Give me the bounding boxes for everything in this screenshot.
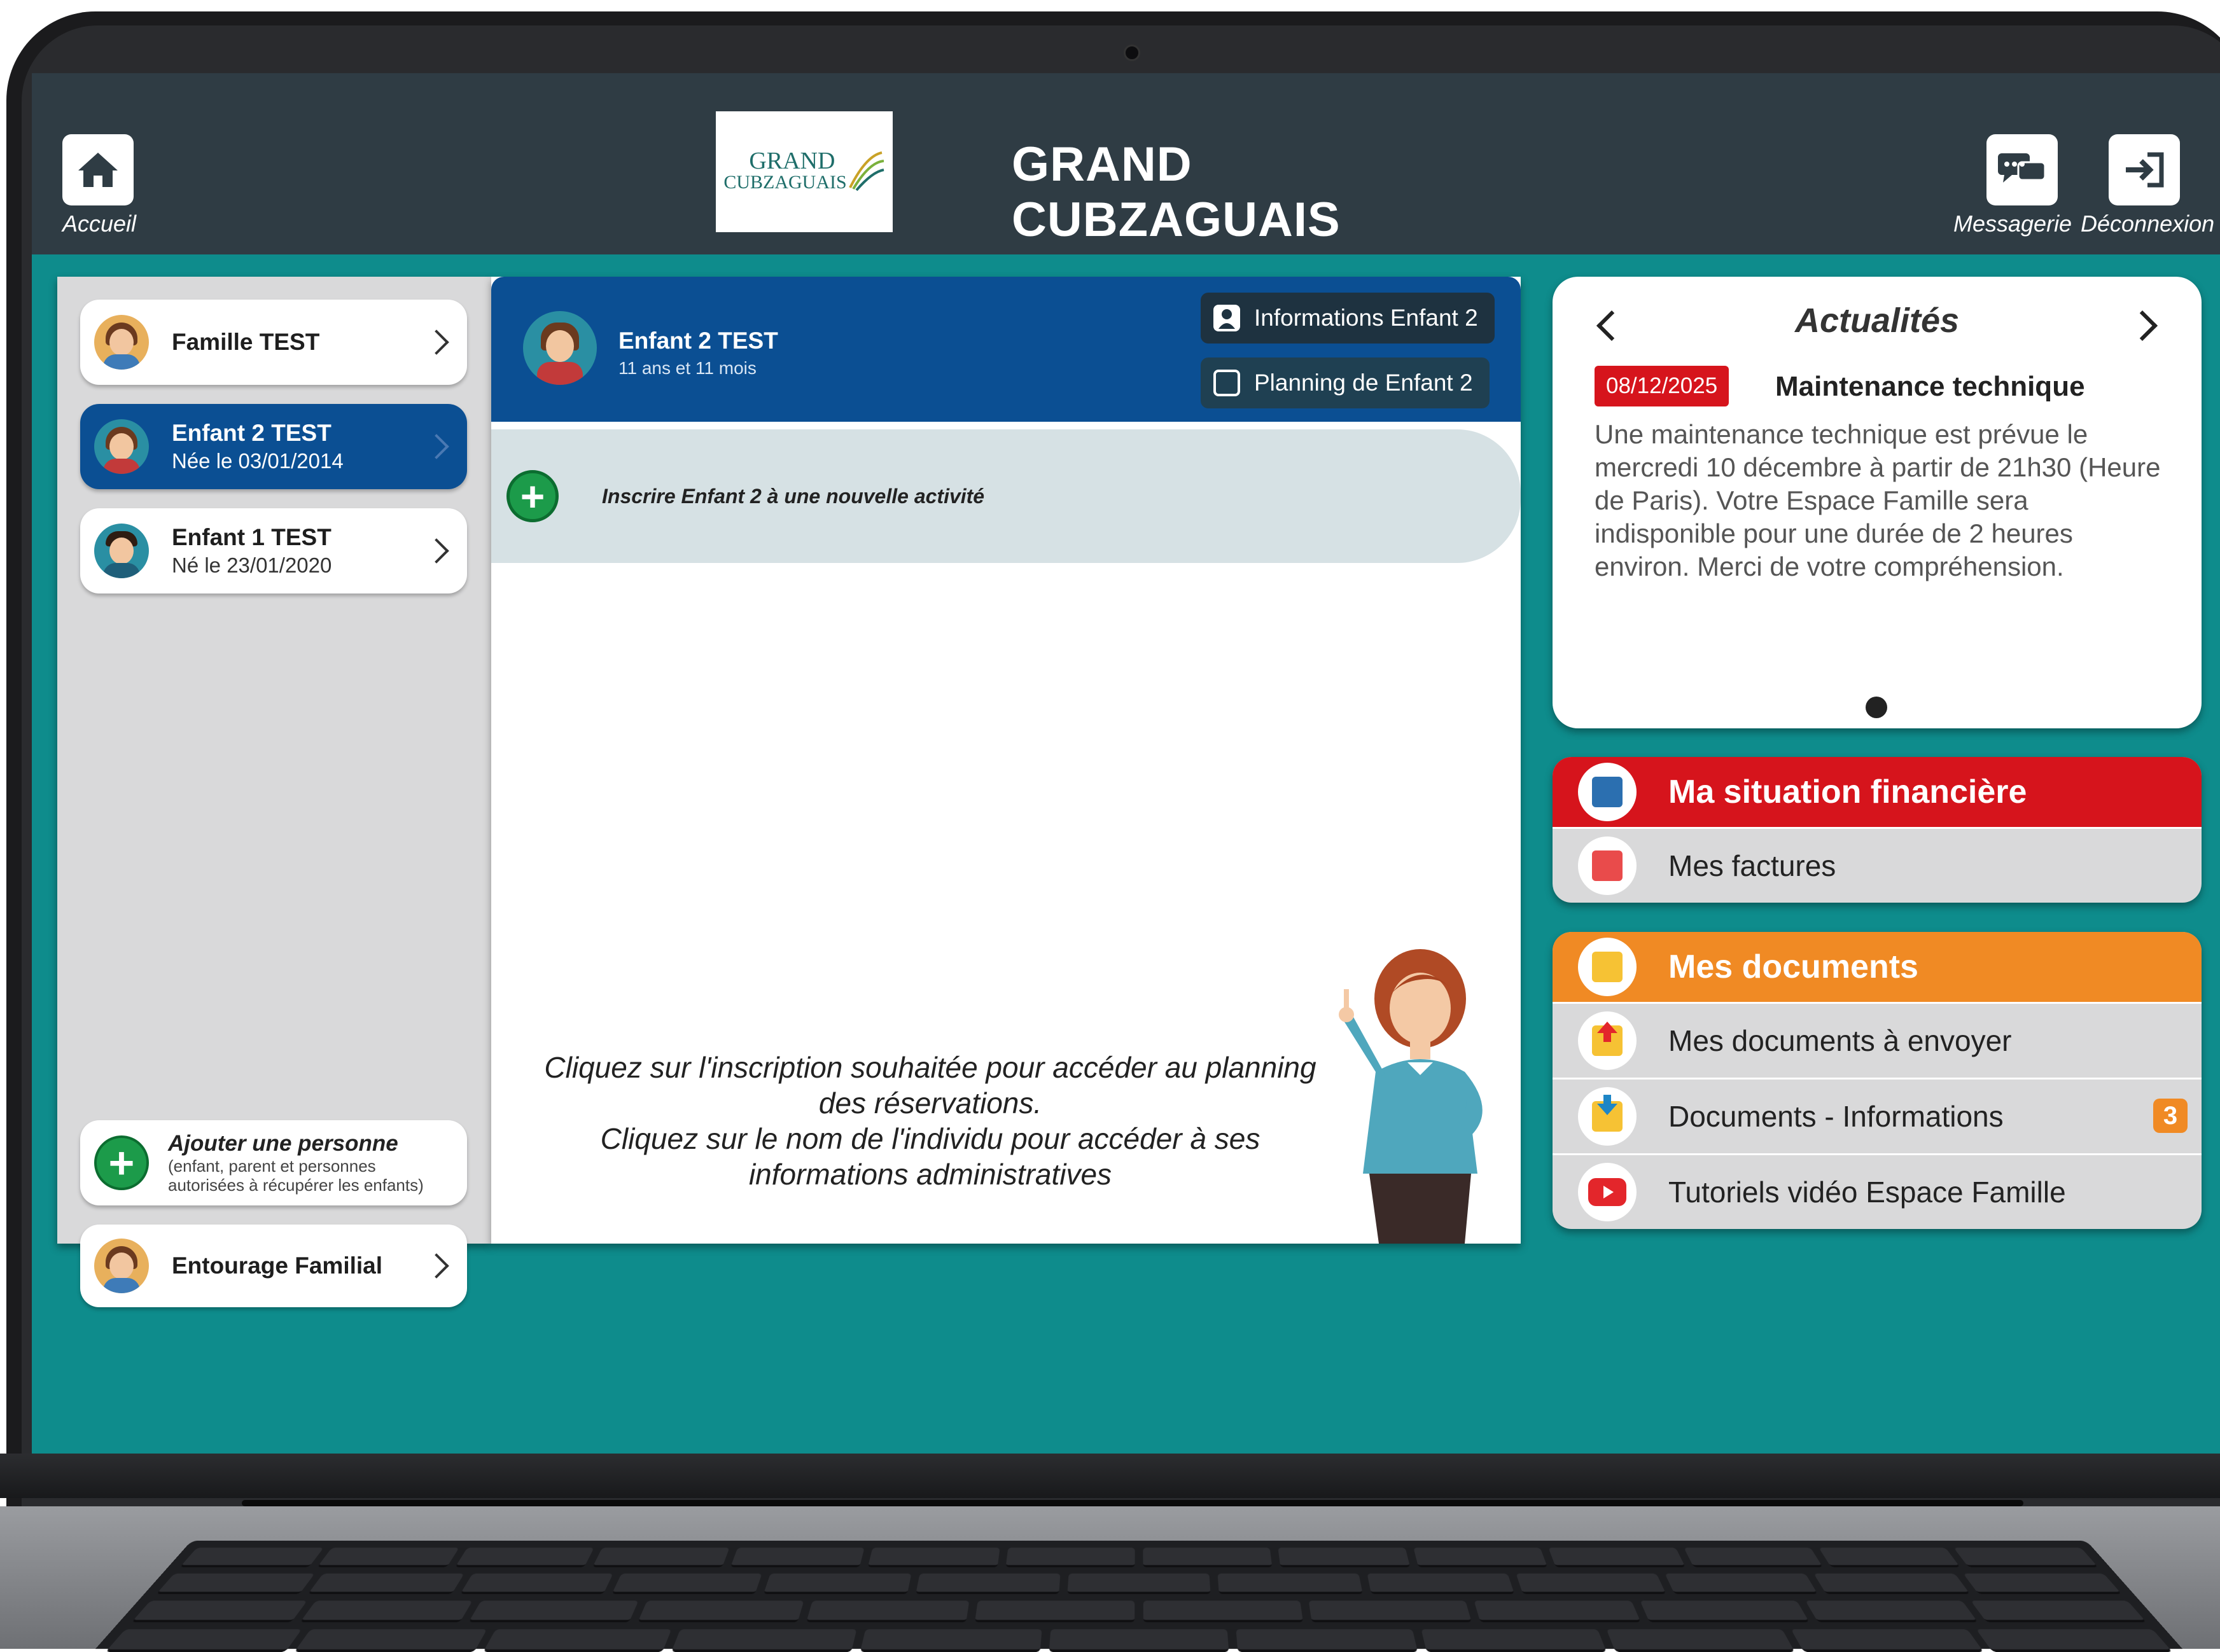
documents-to-send-row[interactable]: Mes documents à envoyer — [1553, 1002, 2202, 1078]
plus-icon: + — [94, 1135, 149, 1190]
youtube-icon — [1578, 1163, 1637, 1221]
instructions-line-4: informations administratives — [748, 1158, 1112, 1191]
add-person-button[interactable]: + Ajouter une personne (enfant, parent e… — [80, 1120, 467, 1205]
home-label[interactable]: Accueil — [62, 211, 136, 237]
chevron-right-icon — [424, 538, 449, 564]
child-avatar — [94, 419, 149, 474]
child-name: Enfant 2 TEST — [172, 420, 332, 446]
news-date-badge: 08/12/2025 — [1595, 366, 1729, 406]
messaging-button[interactable]: Messagerie — [1953, 134, 2072, 237]
add-person-subtitle-2: autorisées à récupérer les enfants) — [168, 1176, 424, 1195]
invoice-icon — [1578, 836, 1637, 895]
carousel-dot[interactable] — [1866, 697, 1887, 718]
news-body: Une maintenance technique est prévue le … — [1595, 419, 2161, 581]
documents-info-row[interactable]: Documents - Informations 3 — [1553, 1078, 2202, 1153]
logo-text-line1: GRAND — [749, 148, 835, 174]
child-birth: Née le 03/01/2014 — [172, 449, 344, 473]
child-name: Enfant 1 TEST — [172, 524, 332, 550]
app-header: Accueil GRAND CUBZAGUAIS GRAND CUBZAGUAI… — [32, 73, 2220, 254]
news-card: Actualités 08/12/2025 Maintenance techni… — [1553, 277, 2202, 728]
selected-child-age: 11 ans et 11 mois — [618, 358, 757, 378]
left-panel: Famille TEST Enfant 2 TEST Née le 03/01/… — [57, 277, 491, 1307]
child-birth: Né le 23/01/2020 — [172, 553, 332, 577]
child-planning-label: Planning de Enfant 2 — [1254, 370, 1473, 396]
messaging-label[interactable]: Messagerie — [1953, 211, 2072, 237]
upload-icon — [1578, 1011, 1637, 1070]
keyboard — [95, 1540, 2182, 1652]
enroll-activity-button[interactable]: + Inscrire Enfant 2 à une nouvelle activ… — [491, 429, 1521, 563]
assistant-illustration — [1339, 949, 1483, 1244]
child-info-button[interactable]: Informations Enfant 2 — [1201, 293, 1495, 344]
user-icon — [1213, 305, 1240, 331]
video-tutorials-row[interactable]: Tutoriels vidéo Espace Famille — [1553, 1153, 2202, 1229]
child-header: Enfant 2 TEST 11 ans et 11 mois Informat… — [491, 277, 1521, 422]
chevron-right-icon — [424, 1253, 449, 1279]
finance-icon — [1578, 763, 1637, 821]
logout-button[interactable]: Déconnexion — [2081, 134, 2214, 237]
download-icon — [1578, 1087, 1637, 1146]
laptop-hinge — [0, 1454, 2220, 1498]
chevron-right-icon — [424, 434, 449, 459]
documents-header[interactable]: Mes documents — [1553, 932, 2202, 1002]
entourage-avatar — [94, 1239, 149, 1293]
news-title: Actualités — [1794, 302, 1960, 340]
invoices-row[interactable]: Mes factures — [1553, 827, 2202, 903]
documents-info-badge: 3 — [2153, 1099, 2188, 1133]
plus-icon: + — [506, 470, 559, 522]
child-avatar — [94, 524, 149, 578]
instructions-line-1: Cliquez sur l'inscription souhaitée pour… — [544, 1051, 1316, 1084]
instructions-line-3: Cliquez sur le nom de l'individu pour ac… — [600, 1122, 1260, 1155]
child-card-enfant-1[interactable]: Enfant 1 TEST Né le 23/01/2020 — [80, 508, 467, 593]
family-card[interactable]: Famille TEST — [80, 300, 467, 385]
instructions-text: Cliquez sur l'inscription souhaitée pour… — [510, 1050, 1350, 1192]
finance-title: Ma situation financière — [1668, 774, 2027, 810]
logo-text-line2: CUBZAGUAIS — [723, 172, 847, 193]
instructions-line-2: des réservations. — [818, 1086, 1042, 1120]
child-planning-button[interactable]: Planning de Enfant 2 — [1201, 357, 1490, 408]
enroll-activity-label: Inscrire Enfant 2 à une nouvelle activit… — [602, 484, 985, 508]
camera-icon — [1124, 45, 1140, 61]
logout-label[interactable]: Déconnexion — [2081, 211, 2214, 237]
entourage-label: Entourage Familial — [172, 1253, 383, 1279]
logout-icon[interactable] — [2109, 134, 2180, 205]
folder-icon — [1578, 938, 1637, 996]
family-name: Famille TEST — [172, 329, 320, 355]
documents-section: Mes documents Mes documents à envoyer Do… — [1553, 932, 2202, 1229]
news-headline: Maintenance technique — [1775, 371, 2085, 402]
documents-to-send-label: Mes documents à envoyer — [1668, 1024, 2012, 1057]
app-title: GRAND CUBZAGUAIS — [1012, 137, 1341, 247]
selected-child-avatar — [523, 311, 597, 385]
family-avatar — [94, 315, 149, 370]
entourage-card[interactable]: Entourage Familial — [80, 1225, 467, 1307]
hinge-line — [242, 1500, 2023, 1506]
messaging-icon[interactable] — [1986, 134, 2058, 205]
calendar-icon — [1213, 370, 1240, 396]
child-info-label: Informations Enfant 2 — [1254, 305, 1478, 331]
add-person-title: Ajouter une personne — [168, 1131, 398, 1156]
screen: Accueil GRAND CUBZAGUAIS GRAND CUBZAGUAI… — [32, 73, 2220, 1454]
logo-leaf-icon — [848, 151, 884, 191]
invoices-label: Mes factures — [1668, 849, 1836, 882]
finance-section: Ma situation financière Mes factures — [1553, 757, 2202, 903]
selected-child-name: Enfant 2 TEST — [618, 328, 778, 354]
add-person-subtitle-1: (enfant, parent et personnes — [168, 1156, 376, 1176]
chevron-right-icon — [424, 330, 449, 355]
video-tutorials-label: Tutoriels vidéo Espace Famille — [1668, 1176, 2066, 1209]
home-button[interactable]: Accueil — [62, 134, 136, 237]
home-icon[interactable] — [62, 134, 134, 205]
logo: GRAND CUBZAGUAIS — [716, 111, 893, 232]
finance-header[interactable]: Ma situation financière — [1553, 757, 2202, 827]
documents-info-label: Documents - Informations — [1668, 1100, 2004, 1133]
center-panel: Enfant 2 TEST 11 ans et 11 mois Informat… — [491, 277, 1521, 1244]
documents-title: Mes documents — [1668, 948, 1918, 985]
child-card-enfant-2[interactable]: Enfant 2 TEST Née le 03/01/2014 — [80, 404, 467, 489]
